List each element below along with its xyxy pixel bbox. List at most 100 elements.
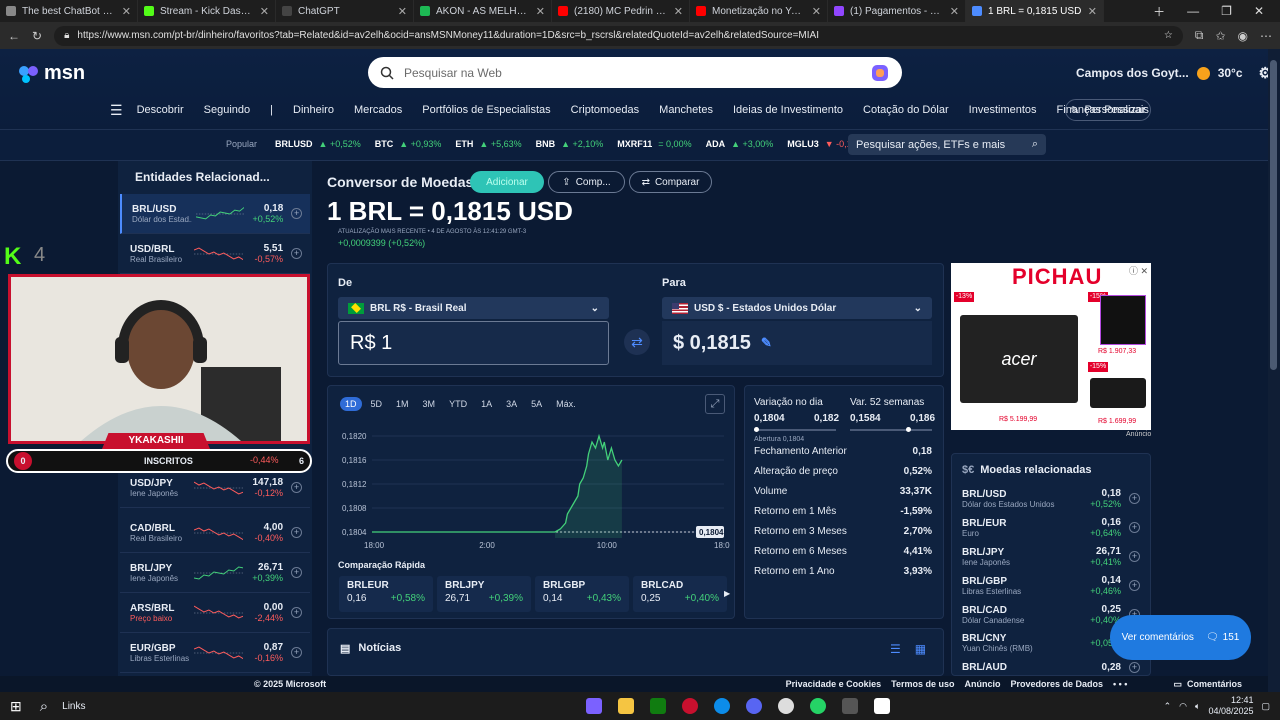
related-currency-row[interactable]: BRL/GBP Libras Esterlinas 0,14 +0,46% +: [962, 575, 1140, 596]
browser-tab[interactable]: Stream - Kick Dashboard ✕: [138, 0, 276, 22]
add-watchlist-icon[interactable]: +: [1129, 580, 1140, 591]
refresh-icon[interactable]: ↻: [32, 29, 42, 43]
quick-compare-card[interactable]: BRLEUR 0,16 +0,58%: [339, 576, 433, 612]
copilot-icon[interactable]: [870, 63, 890, 83]
maximize-button[interactable]: ❐: [1221, 4, 1232, 18]
related-entity-row[interactable]: CAD/BRL Real Brasileiro 4,00 -0,40% +: [120, 513, 310, 553]
nav-item[interactable]: Ideias de Investimento: [733, 104, 843, 116]
add-watchlist-icon[interactable]: +: [291, 647, 302, 658]
range-option[interactable]: 3M: [418, 397, 441, 411]
taskbar-search-icon[interactable]: ⌕: [40, 698, 48, 715]
personalize-button[interactable]: ✎ Personalizar: [1065, 99, 1151, 121]
add-watchlist-icon[interactable]: +: [1129, 493, 1140, 504]
browser-tab[interactable]: ChatGPT ✕: [276, 0, 414, 22]
tray-wifi-icon[interactable]: ◠: [1179, 701, 1187, 712]
weather-widget[interactable]: Campos dos Goyt... 30°c ⚙: [1076, 64, 1272, 82]
range-option[interactable]: 1A: [476, 397, 497, 411]
browser-tab[interactable]: 1 BRL = 0,1815 USD ✕: [966, 0, 1104, 22]
quick-compare-card[interactable]: BRLGBP 0,14 +0,43%: [535, 576, 629, 612]
taskbar-clock[interactable]: 12:41 04/08/2025: [1208, 695, 1253, 717]
ad-info-close[interactable]: ⓘ ✕: [1129, 264, 1148, 277]
view-comments-button[interactable]: Ver comentários 🗨︎ 151: [1110, 615, 1251, 660]
ticker-item[interactable]: BNB ▲ +2,10%: [536, 139, 604, 149]
compare-button[interactable]: ⇄ Comparar: [629, 171, 712, 193]
swap-currencies-button[interactable]: ⇄: [624, 329, 650, 355]
notifications-icon[interactable]: ▢: [1261, 701, 1270, 712]
footer-link[interactable]: • • •: [1113, 679, 1127, 689]
range-option[interactable]: 1M: [391, 397, 414, 411]
browser-tab[interactable]: Monetização no YouTube - ✕: [690, 0, 828, 22]
tab-close-icon[interactable]: ✕: [1088, 5, 1097, 18]
range-option[interactable]: YTD: [444, 397, 472, 411]
ticker-item[interactable]: MXRF11 = 0,00%: [617, 139, 691, 149]
taskbar-links[interactable]: Links: [62, 701, 85, 712]
footer-link[interactable]: Termos de uso: [891, 679, 954, 689]
new-tab-button[interactable]: ＋: [1153, 3, 1165, 20]
range-option[interactable]: 5A: [526, 397, 547, 411]
nav-item[interactable]: Descobrir: [137, 104, 184, 116]
related-entity-row[interactable]: USD/BRL Real Brasileiro 5,51 -0,57% +: [120, 234, 310, 274]
tab-close-icon[interactable]: ✕: [674, 5, 683, 18]
footer-link[interactable]: Provedores de Dados: [1010, 679, 1103, 689]
app-game-icon[interactable]: [681, 698, 698, 714]
nav-item[interactable]: Criptomoedas: [571, 104, 639, 116]
stock-search-box[interactable]: Pesquisar ações, ETFs e mais ⌕: [848, 134, 1046, 155]
profile-icon[interactable]: ◉: [1238, 29, 1248, 43]
minimize-button[interactable]: —: [1187, 4, 1199, 18]
tray-chevron-icon[interactable]: ⌃: [1164, 701, 1172, 712]
related-currency-row[interactable]: BRL/AUD 0,28 +: [962, 662, 1140, 673]
ticker-item[interactable]: ETH ▲ +5,63%: [455, 139, 521, 149]
add-watchlist-icon[interactable]: +: [291, 482, 302, 493]
app-capcut-icon[interactable]: [873, 698, 890, 714]
add-watchlist-icon[interactable]: +: [291, 208, 302, 219]
range-option[interactable]: Máx.: [551, 397, 581, 411]
from-amount-input[interactable]: R$ 1: [338, 321, 609, 365]
nav-item[interactable]: Dinheiro: [293, 104, 334, 116]
nav-item[interactable]: Investimentos: [969, 104, 1037, 116]
tab-close-icon[interactable]: ✕: [950, 5, 959, 18]
quick-compare-card[interactable]: BRLJPY 26,71 +0,39%: [437, 576, 531, 612]
related-entity-row[interactable]: EUR/GBP Libras Esterlinas 0,87 -0,16% +: [120, 633, 310, 673]
add-watchlist-icon[interactable]: +: [1129, 522, 1140, 533]
hamburger-menu-icon[interactable]: ☰: [110, 102, 123, 119]
add-watchlist-button[interactable]: Adicionar: [470, 171, 544, 193]
related-entity-row[interactable]: ARS/BRL Preço baixo 0,00 -2,44% +: [120, 593, 310, 633]
extensions-icon[interactable]: ⧉: [1195, 28, 1204, 43]
tab-close-icon[interactable]: ✕: [122, 5, 131, 18]
nav-item[interactable]: Mercados: [354, 104, 402, 116]
footer-link[interactable]: Privacidade e Cookies: [786, 679, 882, 689]
web-search-box[interactable]: Pesquisar na Web: [368, 57, 902, 88]
tab-close-icon[interactable]: ✕: [260, 5, 269, 18]
app-xbox-icon[interactable]: [649, 698, 666, 714]
nav-item[interactable]: Portfólios de Especialistas: [422, 104, 550, 116]
nav-item[interactable]: Manchetes: [659, 104, 713, 116]
tab-close-icon[interactable]: ✕: [398, 5, 407, 18]
nav-item[interactable]: Cotação do Dólar: [863, 104, 949, 116]
quick-compare-next-icon[interactable]: ▶: [724, 589, 730, 598]
nav-item[interactable]: Seguindo: [204, 104, 251, 116]
app-copilot-icon[interactable]: [585, 698, 602, 714]
add-watchlist-icon[interactable]: +: [291, 248, 302, 259]
app-explorer-icon[interactable]: [617, 698, 634, 714]
app-whatsapp-icon[interactable]: [809, 698, 826, 714]
scrollbar-thumb[interactable]: [1270, 60, 1277, 370]
grid-view-icon[interactable]: ▦: [915, 642, 926, 656]
favorites-icon[interactable]: ✩: [1215, 29, 1225, 43]
related-currency-row[interactable]: BRL/EUR Euro 0,16 +0,64% +: [962, 517, 1140, 538]
range-option[interactable]: 5D: [366, 397, 388, 411]
expand-chart-icon[interactable]: ⤢: [705, 394, 725, 414]
tray-volume-icon[interactable]: 🔈︎: [1195, 701, 1200, 712]
from-currency-select[interactable]: BRL R$ - Brasil Real ⌄: [338, 297, 609, 319]
close-window-button[interactable]: ✕: [1254, 4, 1264, 18]
browser-tab[interactable]: The best ChatBot and Widg ✕: [0, 0, 138, 22]
related-entity-row[interactable]: USD/JPY Iene Japonês 147,18 -0,12% +: [120, 468, 310, 508]
ticker-item[interactable]: BRLUSD ▲ +0,52%: [275, 139, 361, 149]
add-watchlist-icon[interactable]: +: [291, 607, 302, 618]
range-option[interactable]: 1D: [340, 397, 362, 411]
add-watchlist-icon[interactable]: +: [1129, 551, 1140, 562]
related-entity-row[interactable]: BRL/JPY Iene Japonês 26,71 +0,39% +: [120, 553, 310, 593]
tab-close-icon[interactable]: ✕: [536, 5, 545, 18]
quick-compare-card[interactable]: BRLCAD 0,25 +0,40%: [633, 576, 727, 612]
related-currency-row[interactable]: BRL/CAD Dólar Canadense 0,25 +0,40% +: [962, 604, 1140, 625]
ticker-item[interactable]: ADA ▲ +3,00%: [706, 139, 774, 149]
